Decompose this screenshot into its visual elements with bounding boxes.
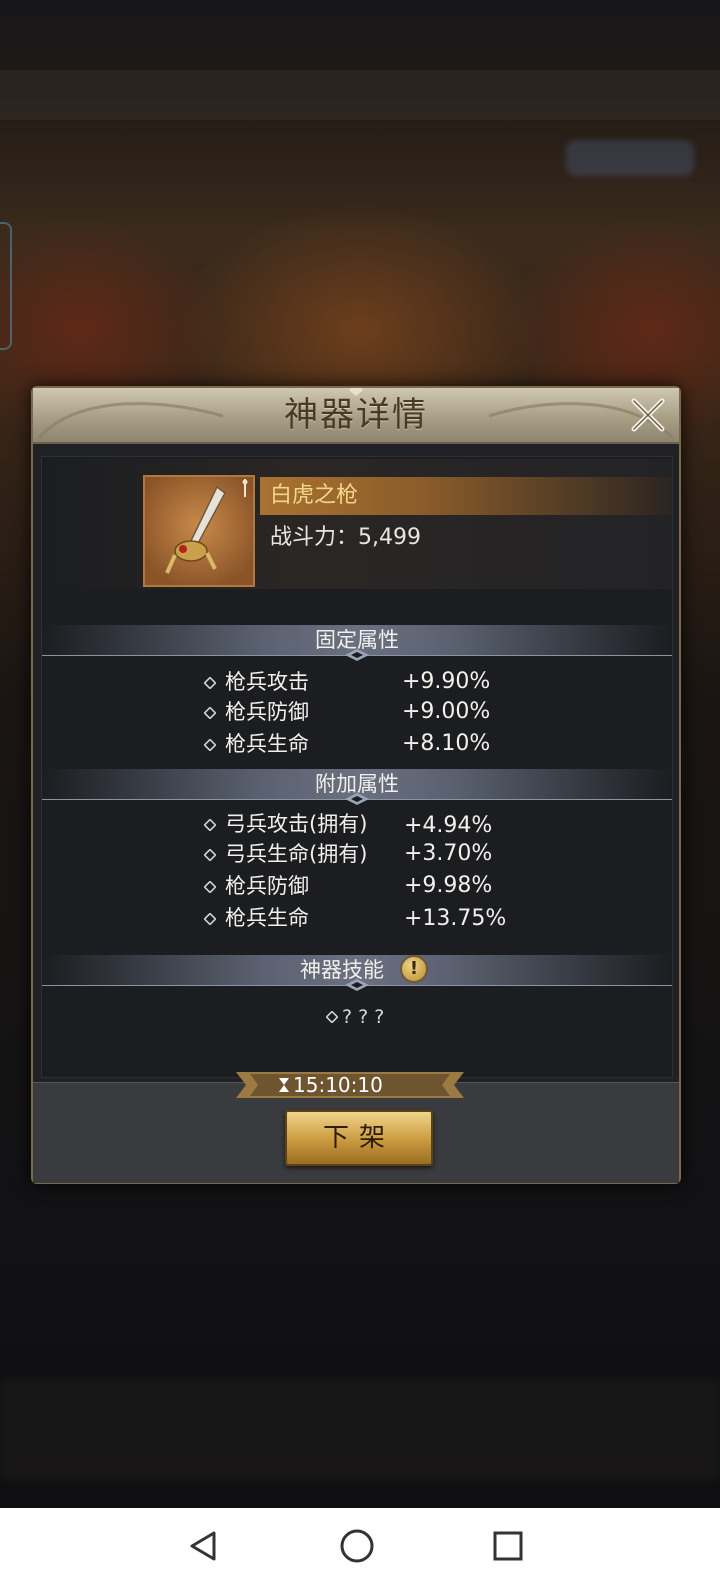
fixed-attr-value: +9.90%: [402, 669, 491, 694]
background-side-tab: [0, 222, 12, 350]
spear-icon: [165, 485, 226, 574]
extra-attr-label: 弓兵攻击(拥有): [225, 812, 368, 836]
extra-attr-value: +13.75%: [404, 906, 507, 931]
diamond-bullet-icon: [204, 677, 216, 689]
background-button: [566, 140, 694, 176]
item-name: 白虎之枪: [270, 483, 359, 508]
background-topbar: [0, 70, 720, 120]
fixed-attr-label: 枪兵攻击: [225, 670, 309, 694]
nav-back-icon: [190, 1531, 216, 1561]
nav-recent-button[interactable]: [484, 1522, 532, 1570]
diamond-bullet-icon: [204, 913, 216, 925]
diamond-bullet-icon: [204, 739, 216, 751]
extra-attr-value: +3.70%: [404, 841, 493, 866]
diamond-bullet-icon: [204, 849, 216, 861]
section-ornament-icon: [345, 979, 369, 991]
fixed-attr-label: 枪兵防御: [225, 700, 309, 724]
nav-home-button[interactable]: [333, 1522, 381, 1570]
dialog-content: 白虎之枪 战斗力：5,499 固定属性 枪兵攻击 +9.90% 枪兵防御 +9.…: [41, 456, 673, 1078]
fixed-attr-value: +9.00%: [402, 699, 491, 724]
hourglass-icon: [279, 1078, 289, 1092]
fixed-attr-value: +8.10%: [402, 731, 491, 756]
close-icon: [631, 398, 665, 432]
power-line: 战斗力：5,499: [270, 521, 421, 555]
skill-text: ? ? ?: [342, 1006, 385, 1028]
nav-home-icon: [340, 1529, 374, 1563]
nav-back-button[interactable]: [180, 1522, 228, 1570]
diamond-bullet-icon: [326, 1011, 338, 1023]
section-ornament-icon: [345, 649, 369, 661]
dialog-title: 神器详情: [284, 395, 428, 435]
nav-recent-icon: [493, 1531, 523, 1561]
extra-attr-label: 弓兵生命(拥有): [225, 842, 368, 866]
dialog-header: 神器详情: [33, 388, 679, 444]
exclamation-icon[interactable]: !: [400, 955, 428, 983]
unlist-button[interactable]: 下架: [285, 1110, 433, 1166]
artifact-icon[interactable]: [143, 475, 255, 587]
power-label: 战斗力：: [270, 525, 359, 550]
pin-icon: [242, 479, 248, 497]
extra-attr-label: 枪兵生命: [225, 906, 309, 930]
skill-title: 神器技能: [300, 958, 384, 982]
extra-attr-label: 枪兵防御: [225, 874, 309, 898]
timer-text: 15:10:10: [293, 1073, 383, 1097]
power-value: 5,499: [358, 525, 421, 550]
fixed-attr-label: 枪兵生命: [225, 732, 309, 756]
background-bottom-bar: [0, 1380, 720, 1480]
android-nav-bar: [0, 1508, 720, 1584]
close-button[interactable]: [619, 390, 677, 440]
diamond-bullet-icon: [204, 707, 216, 719]
diamond-bullet-icon: [204, 819, 216, 831]
artifact-detail-dialog: 神器详情 白虎之枪 战斗力：5,499 固定属性 枪兵攻击 +9.90% 枪兵防…: [31, 386, 681, 1184]
extra-attr-value: +4.94%: [404, 813, 493, 838]
extra-attr-value: +9.98%: [404, 873, 493, 898]
diamond-bullet-icon: [204, 881, 216, 893]
section-ornament-icon: [345, 793, 369, 805]
